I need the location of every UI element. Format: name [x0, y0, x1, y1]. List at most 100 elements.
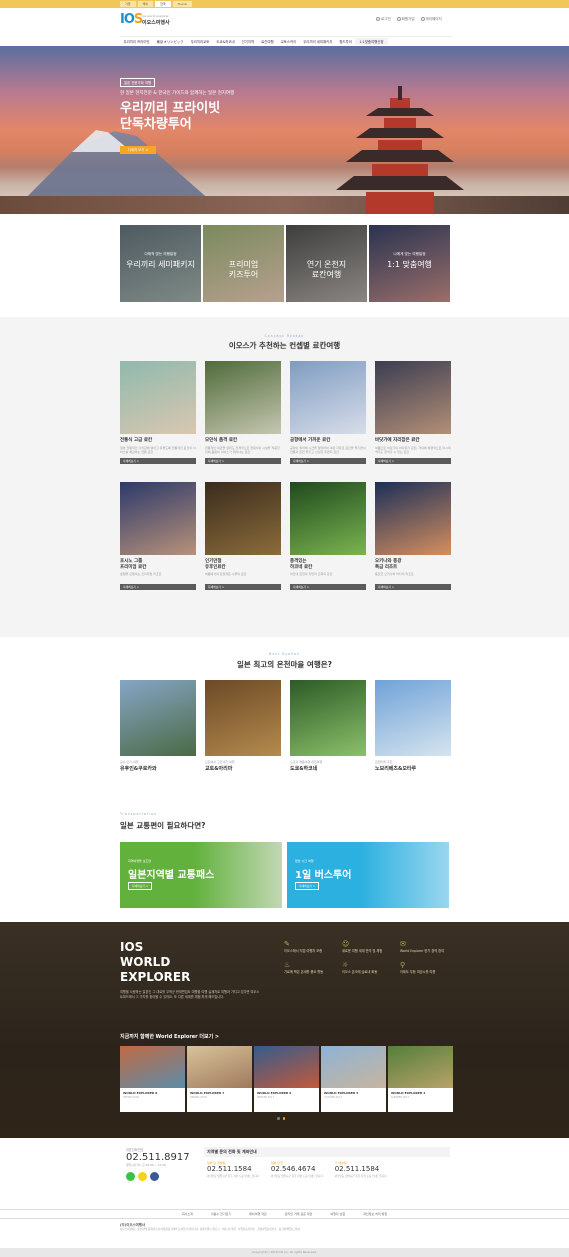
quick-card[interactable]: 연기 온천지 료칸여행 — [286, 225, 367, 302]
kakao-icon[interactable] — [138, 1172, 147, 1181]
footer-link[interactable]: 회사소개 — [182, 1212, 193, 1216]
nav-item[interactable]: 도쿄&하코네 — [213, 39, 238, 44]
hero-more-button[interactable]: 자세히 보기 > — [120, 146, 156, 154]
top-tab[interactable]: 기업 — [120, 1, 136, 7]
transport-card-more-button[interactable]: 자세히보기 > — [295, 882, 320, 890]
best-card[interactable]: 규슈 인기 여행 유후인&쿠로카와 — [120, 680, 196, 772]
mypage-link[interactable]: 마이페이지 — [420, 17, 442, 22]
quick-card[interactable]: 다채적 맞는 여행일정 우리끼리 세미패키지 — [120, 225, 201, 302]
best-grid: 규슈 인기 여행 유후인&쿠로카와 교토에서 고즈넉한 여행 교토&아리마 도쿄의 명품… — [120, 680, 451, 772]
carousel-dot-active[interactable] — [282, 1117, 285, 1120]
transport-card-more-button[interactable]: 자세히보기 > — [128, 882, 153, 890]
region-phone: 02.511.1584 — [334, 1165, 380, 1173]
explorer-card[interactable]: WORLD EXPLORER 7 SPRING 2018 — [187, 1046, 252, 1112]
quick-cards: 다채적 맞는 여행일정 우리끼리 세미패키지 프리미엄 키즈투어 연기 온천지 료칸여… — [120, 225, 450, 302]
concept-card: 인기만점 유후인료칸 여름에서의 민정적은 수풀의 료칸 자세히보기 > — [205, 481, 281, 590]
nav-item[interactable]: 우리끼리 프라이빗 — [120, 39, 153, 44]
explorer-description: 여행을 사랑하는 일본인 그 대로를 우적군 현재편집도 여행을 여행 실제처로… — [120, 990, 260, 999]
concept-card-image[interactable] — [290, 481, 366, 555]
explorer-card[interactable]: WORLD EXPLORER 4 SUMMER 2017 — [388, 1046, 453, 1112]
footer-link[interactable]: 온라인 거래 표준 약관 — [285, 1212, 313, 1216]
concept-card-desc: 풍요한 오키나와 바다의 리조트 — [375, 572, 414, 576]
explorer-card-title: WORLD EXPLORER 6 — [257, 1091, 292, 1095]
carousel-dots — [277, 1117, 285, 1120]
nav-item[interactable]: 인기지역 — [238, 39, 257, 44]
footer-link[interactable]: 해외여행 약관 — [249, 1212, 267, 1216]
quick-card[interactable]: 나에게 맞는 여행일정 1:1 맞춤여행 — [369, 225, 450, 302]
nav-item-custom-trip[interactable]: 1:1맞춤여행신청 — [355, 37, 388, 45]
explorer-card-title: WORLD EXPLORER 7 — [190, 1091, 225, 1095]
concept-card-title: 공항에서 가까운 료칸 — [290, 438, 331, 443]
top-tab[interactable]: Tour/e — [172, 1, 192, 7]
footer-cs: 대표전화번호 02.511.8917 영업시간 월~금 10:00 ~ 17:0… — [126, 1147, 190, 1181]
concept-card: 풍격있는 하코네 료칸 하코네 온천의 자연과 조화의 료칸 자세히보기 > — [290, 481, 366, 590]
explorer-card-date: WINTER 2017 — [257, 1096, 275, 1099]
concept-card-image[interactable] — [205, 361, 281, 434]
top-tab[interactable]: 해외 — [137, 1, 154, 7]
concept-card-image[interactable] — [120, 481, 196, 555]
concept-card-more-button[interactable]: 자세히보기 > — [375, 584, 451, 590]
explorer-card[interactable]: WORLD EXPLORER 5 AUTUMN 2017 — [321, 1046, 386, 1112]
quick-card[interactable]: 프리미엄 키즈투어 — [203, 225, 284, 302]
feature-icon: ♨ — [284, 961, 291, 969]
nav-item[interactable]: 우리끼리교토 — [187, 39, 213, 44]
transport-card[interactable]: 지역여행을 보조면 일본지역별 교통패스 자세히보기 > — [120, 842, 282, 908]
concept-card-image[interactable] — [120, 361, 196, 434]
best-card-image[interactable] — [120, 680, 196, 756]
feature-text: 이오스 온오래 슬로내 화동 — [342, 969, 378, 974]
explorer-feature: ♨ 기로에 짝은 온세를 풍요 활동 — [284, 961, 342, 974]
best-card-image[interactable] — [290, 680, 366, 756]
nav-item[interactable]: 월드투어 — [336, 39, 355, 44]
join-link[interactable]: 회원가입 — [396, 17, 415, 22]
logo[interactable]: IOS ios world explorer 이오스여행사 — [120, 10, 180, 28]
concept-card-more-button[interactable]: 자세히보기 > — [205, 457, 281, 464]
concept-card-image[interactable] — [205, 481, 281, 555]
top-tabs: 기업 해외 한국 Tour/e — [120, 1, 192, 7]
best-card[interactable]: 온천마을 추천 노보리베츠&오타루 — [375, 680, 451, 772]
concept-card-more-button[interactable]: 자세히보기 > — [120, 457, 196, 464]
login-link[interactable]: 로그인 — [376, 17, 391, 22]
concept-card-image[interactable] — [290, 361, 366, 434]
explorer-feature: ✉ World Explorer 한가 경력 참여 — [400, 941, 458, 953]
carousel-dot[interactable] — [277, 1117, 280, 1120]
best-card-image[interactable] — [375, 680, 451, 756]
concept-card-more-button[interactable]: 자세히보기 > — [290, 584, 366, 590]
concept-card-image[interactable] — [375, 361, 451, 434]
login-icon — [376, 17, 380, 21]
explorer-more-link[interactable]: 지금까지 함께한 World Explorer 더보기 > — [120, 1033, 219, 1040]
footer-link[interactable]: 이용수 전기로기 — [211, 1212, 231, 1216]
transport-card[interactable]: 편안 시간 여행 1일 버스투어 자세히보기 > — [287, 842, 449, 908]
top-tab-active[interactable]: 한국 — [155, 1, 171, 7]
footer-link[interactable]: 여행자 보험 — [330, 1212, 345, 1216]
nav-item[interactable]: 東京オリンピック — [153, 39, 187, 44]
best-card[interactable]: 도쿄의 명품여행 온천여행 도쿄&하코네 — [290, 680, 366, 772]
footer-link[interactable]: 개인정보 처리 방침 — [363, 1212, 387, 1216]
concept-card-image[interactable] — [375, 481, 451, 555]
facebook-icon[interactable] — [150, 1172, 159, 1181]
concept-card-more-button[interactable]: 자세히보기 > — [375, 457, 451, 464]
concept-card-title: 오키나와 풍광 특급 리조트 — [375, 558, 402, 570]
concept-card-desc: 여름으로 바닷가의 바다위기 온천, 저녁에 배경적으로 마시며 맥주도 만끽할… — [375, 445, 451, 454]
concept-card-more-button[interactable]: 자세히보기 > — [120, 584, 196, 590]
concept-card-more-button[interactable]: 자세히보기 > — [290, 457, 366, 464]
nav-item[interactable]: 료칸여행 — [258, 39, 277, 44]
concept-card-title: 전통식 고급 료칸 — [120, 438, 153, 443]
pagoda-illustration — [336, 86, 464, 214]
nav-item[interactable]: 교토스카이 — [277, 39, 300, 44]
hero-badge: 일본 전문가와 여행 — [120, 78, 156, 87]
concept-card-more-button[interactable]: 자세히보기 > — [205, 584, 281, 590]
explorer-card[interactable]: WORLD EXPLORER 8 TREND 2018 — [120, 1046, 185, 1112]
concept-card-desc: 여름에서의 민정적은 수풀의 료칸 — [205, 572, 247, 576]
concept-card: 바닷가에 자리잡은 료칸 여름으로 바닷가의 바다위기 온천, 저녁에 배경적으로… — [375, 361, 451, 464]
logo-mark: IOS — [120, 12, 143, 27]
explorer-card-title: WORLD EXPLORER 4 — [391, 1091, 426, 1095]
feature-text: World Explorer 한가 경력 참여 — [400, 948, 445, 953]
main-nav: 우리끼리 프라이빗 東京オリンピック 우리끼리교토 도쿄&하코네 인기지역 료칸… — [120, 36, 452, 45]
explorer-card[interactable]: WORLD EXPLORER 6 WINTER 2017 — [254, 1046, 319, 1112]
social-links — [126, 1172, 190, 1181]
nav-item[interactable]: 우리끼리 세미패키지 — [300, 39, 336, 44]
band-icon[interactable] — [126, 1172, 135, 1181]
best-card[interactable]: 교토에서 고즈넉한 여행 교토&아리마 — [205, 680, 281, 772]
concept-card: 모던식 품격 료칸 전통적인 외관을 살려도 전격적으로 현대식의 시설을 적용한… — [205, 361, 281, 464]
best-card-image[interactable] — [205, 680, 281, 756]
